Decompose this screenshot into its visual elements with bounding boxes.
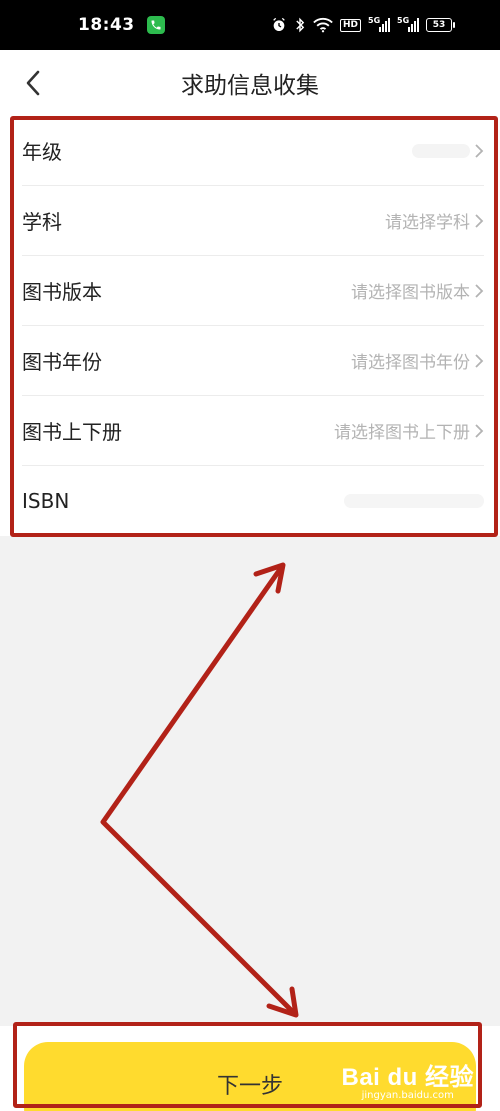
- status-time: 18:43: [78, 15, 135, 35]
- bluetooth-icon: [294, 17, 306, 33]
- wifi-icon: [313, 17, 333, 33]
- watermark-logo: Bai du 经验: [341, 1064, 474, 1091]
- status-right: HD 5G 5G 53: [271, 16, 455, 33]
- baidu-watermark: Bai du 经验 jingyan.baidu.com: [341, 1057, 474, 1101]
- status-bar: 18:43 HD 5G 5G 53: [0, 0, 500, 50]
- nav-bar: 求助信息收集: [0, 50, 500, 116]
- status-left: 18:43: [78, 15, 165, 35]
- signal-icon: 5G: [397, 16, 419, 33]
- signal-icon: 5G: [368, 16, 390, 33]
- call-icon: [146, 16, 165, 34]
- page-title: 求助信息收集: [181, 73, 319, 99]
- back-button[interactable]: [16, 66, 50, 100]
- battery-icon: 53: [426, 18, 455, 32]
- hd-icon: HD: [339, 18, 361, 32]
- annotation-box-form: [10, 116, 498, 537]
- chevron-left-icon: [26, 70, 40, 96]
- alarm-icon: [271, 17, 287, 33]
